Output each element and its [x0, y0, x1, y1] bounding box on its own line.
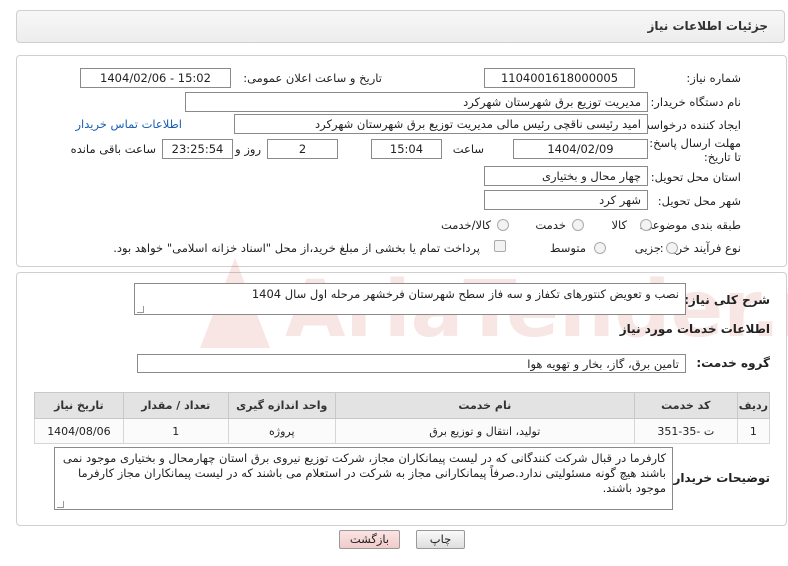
announce-label: تاریخ و ساعت اعلان عمومی: [243, 71, 382, 85]
summary-label: شرح کلی نیاز: [684, 293, 770, 307]
contact-buyer-link[interactable]: اطلاعات تماس خریدار [75, 117, 182, 131]
cell-row-number: 1 [736, 418, 771, 444]
services-table: ردیف کد خدمت نام خدمت واحد اندازه گیری ت… [34, 392, 771, 444]
requester-label: ایجاد کننده درخواست: [635, 118, 741, 132]
print-button[interactable]: چاپ [416, 530, 465, 549]
city-field: شهر کرد [484, 190, 648, 210]
back-button[interactable]: بازگشت [339, 530, 400, 549]
cell-service-code: ت -35-351 [633, 418, 738, 444]
col-row-number: ردیف [736, 392, 771, 419]
category-label: طبقه بندی موضوعی: [639, 218, 741, 232]
col-need-date: تاریخ نیاز [34, 392, 124, 419]
summary-resize-grip[interactable] [137, 306, 144, 313]
category-goods-label: کالا [611, 218, 627, 232]
services-section-title: اطلاعات خدمات مورد نیاز [619, 322, 770, 336]
need-number-field: 1104001618000005 [484, 68, 635, 88]
need-number-label: شماره نیاز: [686, 71, 741, 85]
announce-field: 1404/02/06 - 15:02 [80, 68, 231, 88]
cell-need-date: 1404/08/06 [34, 418, 124, 444]
province-field: چهار محال و بختیاری [484, 166, 648, 186]
buyer-notes-field: کارفرما در قبال شرکت کنندگانی که در لیست… [54, 447, 673, 510]
city-label: شهر محل تحویل: [657, 194, 741, 208]
category-goods-radio[interactable] [640, 219, 652, 231]
page-title: جزئیات اطلاعات نیاز [647, 19, 768, 33]
col-unit: واحد اندازه گیری [227, 392, 336, 419]
province-label: استان محل تحویل: [650, 170, 741, 184]
col-service-code: کد خدمت [633, 392, 738, 419]
cell-service-name: تولید، انتقال و توزیع برق [334, 418, 635, 444]
process-minor-radio[interactable] [666, 242, 678, 254]
days-label: روز و [235, 142, 261, 156]
remaining-time-field: 23:25:54 [162, 139, 233, 159]
requester-field: امید رئیسی ناقچی رئیس مالی مدیریت توزیع … [234, 114, 648, 134]
deadline-time-field: 15:04 [371, 139, 442, 159]
summary-field: نصب و تعویض کنتورهای تکفاز و سه فاز سطح … [134, 283, 686, 315]
notes-resize-grip[interactable] [57, 501, 64, 508]
deadline-date-field: 1404/02/09 [513, 139, 648, 159]
days-field: 2 [267, 139, 338, 159]
service-group-label: گروه خدمت: [696, 356, 770, 370]
buyer-org-label: نام دستگاه خریدار: [650, 95, 741, 109]
buyer-notes-label: توضیحات خریدار: [668, 471, 770, 485]
service-group-field: تامین برق، گاز، بخار و تهویه هوا [137, 354, 686, 373]
process-medium-radio[interactable] [594, 242, 606, 254]
time-label: ساعت [452, 142, 484, 156]
buyer-org-field: مدیریت توزیع برق شهرستان شهرکرد [185, 92, 648, 112]
cell-quantity: 1 [122, 418, 229, 444]
treasury-payment-checkbox[interactable] [494, 240, 506, 252]
category-goods-service-label: کالا/خدمت [440, 218, 491, 232]
table-header-row: ردیف کد خدمت نام خدمت واحد اندازه گیری ت… [34, 392, 771, 419]
category-goods-service-radio[interactable] [497, 219, 509, 231]
col-service-name: نام خدمت [334, 392, 635, 419]
col-quantity: تعداد / مقدار [122, 392, 229, 419]
process-minor-label: جزیی [634, 241, 661, 255]
treasury-payment-note: پرداخت تمام یا بخشی از مبلغ خرید،از محل … [113, 241, 480, 255]
page-header: جزئیات اطلاعات نیاز [16, 10, 785, 43]
process-medium-label: متوسط [549, 241, 586, 255]
table-row: 1 ت -35-351 تولید، انتقال و توزیع برق پر… [34, 418, 771, 444]
deadline-label: مهلت ارسال پاسخ: تا تاریخ: [649, 136, 741, 164]
category-service-radio[interactable] [572, 219, 584, 231]
remaining-label: ساعت باقی مانده [70, 142, 156, 156]
category-service-label: خدمت [535, 218, 566, 232]
cell-unit: پروژه [227, 418, 336, 444]
